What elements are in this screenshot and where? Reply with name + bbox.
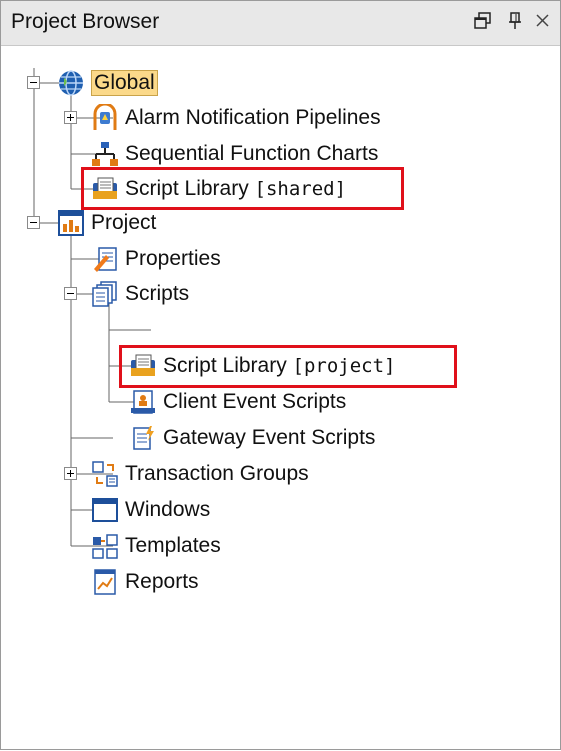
tree-node-label: Reports bbox=[125, 570, 199, 593]
tree-node-label: Properties bbox=[125, 247, 221, 270]
alarm-pipeline-icon bbox=[91, 102, 119, 132]
script-library-icon bbox=[129, 352, 157, 380]
project-icon bbox=[57, 209, 85, 237]
script-library-icon bbox=[91, 175, 119, 203]
tree-node-label: Project bbox=[91, 211, 157, 234]
project-collapse-toggle[interactable] bbox=[27, 216, 40, 229]
reports-icon bbox=[91, 568, 119, 596]
project-browser-panel: Project Browser Global Alarm Notificatio… bbox=[0, 0, 561, 750]
tree-node-project[interactable]: Project bbox=[57, 206, 156, 240]
global-collapse-toggle[interactable] bbox=[27, 76, 40, 89]
tree-node-label: Client Event Scripts bbox=[163, 390, 347, 413]
tree-node-label: Windows bbox=[125, 498, 211, 521]
tree-node-global[interactable]: Global bbox=[57, 66, 158, 100]
project-tree: Global Alarm Notification Pipelines Sequ… bbox=[1, 46, 560, 749]
transaction-groups-icon bbox=[91, 460, 119, 488]
tree-node-label: Transaction Groups bbox=[125, 462, 309, 485]
windows-expand-toggle[interactable] bbox=[64, 467, 77, 480]
sfc-icon bbox=[91, 140, 119, 168]
tree-node-label: Script Library [project] bbox=[163, 354, 396, 377]
panel-titlebar: Project Browser bbox=[1, 1, 560, 46]
tree-node-windows[interactable]: Windows bbox=[91, 493, 210, 527]
tree-node-templates[interactable]: Templates bbox=[91, 529, 221, 563]
alarm-expand-toggle[interactable] bbox=[64, 111, 77, 124]
tree-node-label: Alarm Notification Pipelines bbox=[125, 106, 381, 129]
panel-title: Project Browser bbox=[11, 10, 160, 33]
restore-icon[interactable] bbox=[471, 9, 495, 33]
tree-node-client-event-scripts[interactable]: Client Event Scripts bbox=[129, 385, 346, 419]
tree-node-label: Sequential Function Charts bbox=[125, 142, 379, 165]
close-icon[interactable] bbox=[531, 9, 555, 33]
gateway-event-scripts-icon bbox=[129, 424, 157, 452]
tree-node-label: Scripts bbox=[125, 282, 190, 305]
tree-node-label: Templates bbox=[125, 534, 221, 557]
tree-node-reports[interactable]: Reports bbox=[91, 565, 199, 599]
tree-node-alarm-pipelines[interactable]: Alarm Notification Pipelines bbox=[91, 101, 381, 135]
tree-node-sfc[interactable]: Sequential Function Charts bbox=[91, 137, 378, 171]
properties-icon bbox=[91, 245, 119, 273]
client-event-scripts-icon bbox=[129, 388, 157, 416]
tree-node-properties[interactable]: Properties bbox=[91, 242, 221, 276]
globe-icon bbox=[57, 69, 85, 97]
tree-node-label: Global bbox=[91, 70, 158, 96]
script-library-scope: [shared] bbox=[254, 178, 347, 200]
tree-node-transaction-groups[interactable]: Transaction Groups bbox=[91, 457, 309, 491]
scripts-icon bbox=[91, 280, 119, 308]
scripts-collapse-toggle[interactable] bbox=[64, 287, 77, 300]
tree-node-script-library-shared[interactable]: Script Library [shared] bbox=[91, 172, 346, 206]
templates-icon bbox=[91, 532, 119, 560]
script-library-scope: [project] bbox=[292, 355, 396, 377]
tree-node-label: Script Library [shared] bbox=[125, 177, 347, 200]
windows-icon bbox=[91, 496, 119, 524]
tree-node-scripts[interactable]: Scripts bbox=[91, 277, 189, 311]
pin-icon[interactable] bbox=[503, 9, 527, 33]
tree-node-script-library-project[interactable]: Script Library [project] bbox=[129, 349, 396, 383]
tree-node-gateway-event-scripts[interactable]: Gateway Event Scripts bbox=[129, 421, 375, 455]
tree-node-label: Gateway Event Scripts bbox=[163, 426, 376, 449]
